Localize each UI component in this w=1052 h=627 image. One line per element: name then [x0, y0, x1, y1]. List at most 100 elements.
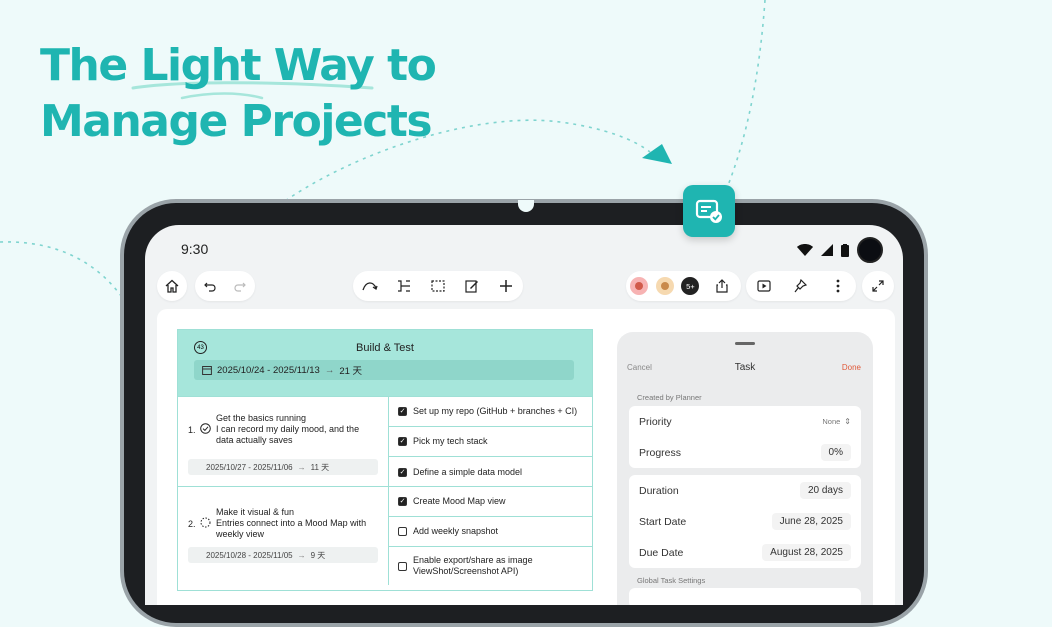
status-time: 9:30 — [181, 241, 209, 257]
arrow-right-icon: → — [324, 364, 335, 376]
progress-value[interactable]: 0% — [820, 444, 851, 461]
plan-board[interactable]: 43 Build & Test 2025/10/24 - 2025/11/13 … — [177, 329, 593, 591]
share-icon — [716, 279, 728, 293]
task-item[interactable]: ✓ Create Mood Map view — [388, 487, 592, 517]
add-button[interactable] — [491, 271, 521, 301]
due-date-value[interactable]: August 28, 2025 — [762, 544, 851, 561]
present-button[interactable] — [749, 271, 779, 301]
section-label: Created by Planner — [637, 393, 702, 402]
checkbox-checked-icon[interactable]: ✓ — [398, 437, 407, 446]
board-date-chip[interactable]: 2025/10/24 - 2025/11/13 → 21 天 — [194, 360, 574, 380]
duration-row[interactable]: Duration 20 days — [629, 475, 861, 506]
edit-tools-group — [353, 271, 523, 301]
undo-icon — [204, 282, 216, 292]
note-button[interactable] — [457, 271, 487, 301]
expand-button[interactable] — [862, 271, 894, 301]
arrow-right-icon: → — [297, 550, 306, 560]
task-item[interactable]: Add weekly snapshot — [388, 517, 592, 547]
arrow-right-icon: → — [297, 462, 306, 472]
task-label: Pick my tech stack — [413, 436, 488, 446]
done-button[interactable]: Done — [842, 363, 861, 372]
milestone-date-chip[interactable]: 2025/10/28 - 2025/11/05 → 9 天 — [188, 547, 378, 563]
due-date-label: Due Date — [639, 546, 684, 559]
task-panel: Cancel Task Done Created by Planner Prio… — [617, 332, 873, 605]
headline: The Light Way to Manage Projects — [40, 38, 437, 150]
checkbox-checked-icon[interactable]: ✓ — [398, 467, 407, 477]
board-date-range: 2025/10/24 - 2025/11/13 — [217, 364, 320, 376]
avatar[interactable] — [655, 277, 674, 295]
schedule-card: Duration 20 days Start Date June 28, 202… — [629, 475, 861, 568]
task-label: Set up my repo (GitHub + branches + CI) — [413, 406, 578, 416]
milestone-cell: 1. Get the basics running I can record m… — [178, 397, 389, 487]
select-rect-icon — [431, 280, 445, 292]
headline-line-1: The Light Way to — [40, 40, 437, 91]
milestone-cell: 2. Make it visual & fun Entries connect … — [178, 487, 389, 585]
status-icons — [797, 237, 883, 263]
bracket-button[interactable] — [389, 271, 419, 301]
task-label: Create Mood Map view — [413, 496, 506, 506]
collaborators-group: 5+ — [626, 271, 741, 301]
due-date-row[interactable]: Due Date August 28, 2025 — [629, 537, 861, 568]
redo-icon — [234, 282, 246, 292]
task-item[interactable]: Enable export/share as image ViewShot/Sc… — [388, 547, 592, 585]
drag-handle[interactable] — [735, 342, 755, 345]
global-settings-card — [629, 588, 861, 605]
undo-button[interactable] — [195, 271, 225, 301]
app-badge — [683, 185, 735, 237]
collaborators-more-badge[interactable]: 5+ — [681, 277, 700, 295]
connect-button[interactable] — [355, 271, 385, 301]
board-title: Build & Test — [356, 342, 414, 354]
camera-icon — [857, 237, 883, 263]
milestone-date-chip[interactable]: 2025/10/27 - 2025/11/06 → 11 天 — [188, 459, 378, 475]
milestone-date-range: 2025/10/27 - 2025/11/06 — [206, 462, 293, 472]
board-duration: 21 天 — [339, 366, 363, 377]
board-header: 43 Build & Test 2025/10/24 - 2025/11/13 … — [178, 330, 592, 396]
view-tools-group — [746, 271, 856, 301]
home-button[interactable] — [157, 271, 187, 301]
start-date-value[interactable]: June 28, 2025 — [771, 513, 851, 530]
avatar[interactable] — [629, 277, 648, 295]
duration-value[interactable]: 20 days — [799, 482, 851, 499]
calendar-icon — [202, 366, 212, 375]
checkbox-checked-icon[interactable]: ✓ — [398, 497, 407, 506]
priority-label: Priority — [639, 415, 672, 428]
add-icon — [500, 280, 512, 292]
row-number: 1. — [188, 425, 196, 435]
bracket-icon — [398, 280, 410, 292]
checkbox-empty-icon[interactable] — [398, 527, 407, 536]
pin-button[interactable] — [786, 271, 816, 301]
battery-icon — [841, 243, 849, 257]
task-item[interactable]: ✓ Pick my tech stack — [388, 427, 592, 457]
milestone-title: Get the basics running — [216, 413, 307, 423]
start-date-label: Start Date — [639, 515, 687, 528]
redo-button[interactable] — [225, 271, 255, 301]
milestone-date-range: 2025/10/28 - 2025/11/05 — [206, 550, 293, 560]
start-date-row[interactable]: Start Date June 28, 2025 — [629, 506, 861, 537]
progress-row[interactable]: Progress 0% — [629, 437, 861, 468]
priority-select[interactable]: None ⇕ — [822, 417, 851, 426]
section-label: Global Task Settings — [637, 576, 706, 585]
priority-row[interactable]: Priority None ⇕ — [629, 406, 861, 437]
row-number: 2. — [188, 519, 196, 529]
table-row[interactable]: 1. Get the basics running I can record m… — [178, 396, 592, 487]
play-icon — [757, 280, 771, 292]
arrow-head-icon — [642, 144, 672, 164]
checkbox-empty-icon[interactable] — [398, 561, 407, 571]
select-button[interactable] — [423, 271, 453, 301]
task-check-icon — [695, 199, 722, 223]
progress-dots-icon — [200, 517, 211, 528]
chevron-updown-icon: ⇕ — [844, 417, 851, 426]
checkbox-checked-icon[interactable]: ✓ — [398, 407, 407, 416]
device-screen: 9:30 5+ 43 Build & Test 2025/10/24 - 202… — [145, 225, 903, 605]
more-vert-icon — [836, 279, 840, 293]
task-item[interactable]: ✓ Define a simple data model — [388, 457, 592, 487]
connect-curve-icon — [362, 282, 378, 291]
more-button[interactable] — [823, 271, 853, 301]
milestone-text: Get the basics running I can record my d… — [216, 413, 376, 446]
table-row[interactable]: 2. Make it visual & fun Entries connect … — [178, 486, 592, 585]
task-item[interactable]: ✓ Set up my repo (GitHub + branches + CI) — [388, 397, 592, 427]
milestone-duration: 11 天 — [310, 462, 330, 472]
share-button[interactable] — [707, 271, 737, 301]
task-label: Add weekly snapshot — [413, 526, 499, 536]
expand-icon — [872, 280, 884, 292]
